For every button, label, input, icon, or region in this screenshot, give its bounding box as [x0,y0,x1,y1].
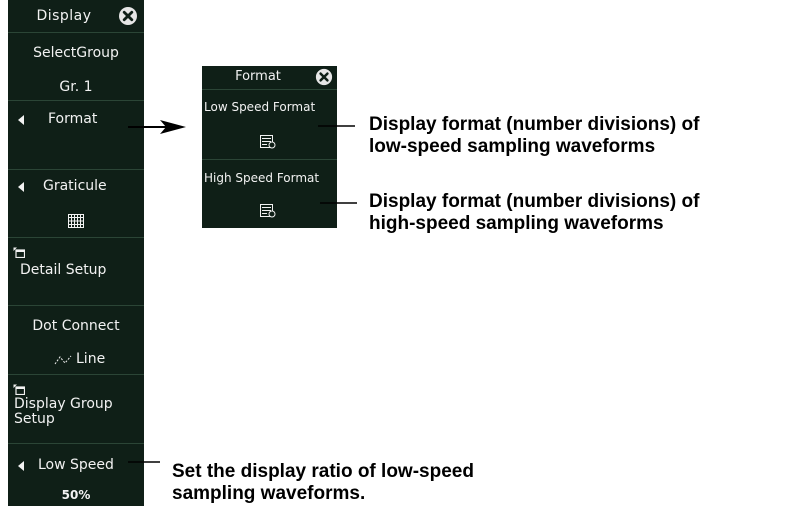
annotation-lines [128,120,357,463]
low-format-callout-line1: Display format (number divisions) of [369,114,700,135]
ratio-callout: Set the display ratio of low-speed sampl… [172,461,474,505]
ratio-callout-line2: sampling waveforms. [172,483,366,504]
low-format-callout: Display format (number divisions) of low… [369,114,699,158]
high-format-callout: Display format (number divisions) of hig… [369,191,699,235]
low-format-callout-line2: low-speed sampling waveforms [369,136,656,157]
ratio-callout-line1: Set the display ratio of low-speed [172,461,474,482]
high-format-callout-line1: Display format (number divisions) of [369,191,700,212]
high-format-callout-line2: high-speed sampling waveforms [369,213,664,234]
